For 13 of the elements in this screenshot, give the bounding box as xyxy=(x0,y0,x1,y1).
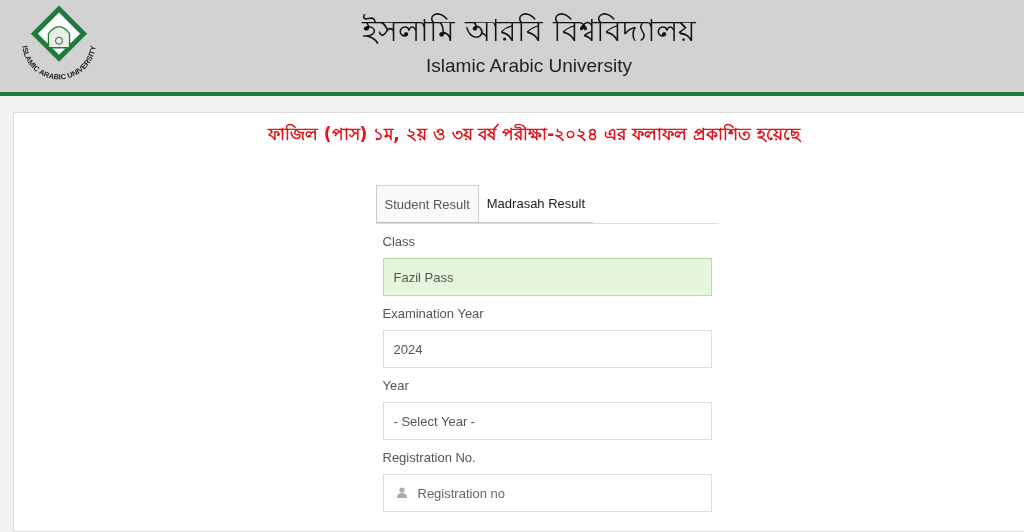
field-label: Year xyxy=(382,378,410,393)
select-field[interactable]: - Select Year - xyxy=(382,402,712,440)
input-field[interactable]: Registration no xyxy=(382,474,712,512)
tab[interactable]: Student Result xyxy=(375,185,479,223)
select-field[interactable]: Fazil Pass xyxy=(382,258,712,296)
select-field[interactable]: 2024 xyxy=(382,330,712,368)
field-label: Class xyxy=(382,234,416,249)
user-icon xyxy=(396,487,407,498)
field-label: Examination Year xyxy=(382,306,485,321)
site-subtitle: Islamic Arabic University xyxy=(426,54,632,78)
field-label: Registration No. xyxy=(382,450,477,465)
site-title: ইসলামি আরবি বিশ্ববিদ্যালয় xyxy=(362,12,696,50)
result-notice: ফাজিল (পাস) ১ম, ২য় ও ৩য় বর্ষ পরীক্ষা-২০২৪ এর ফলাফল প্রকাশিত হয়েছে xyxy=(267,122,801,146)
